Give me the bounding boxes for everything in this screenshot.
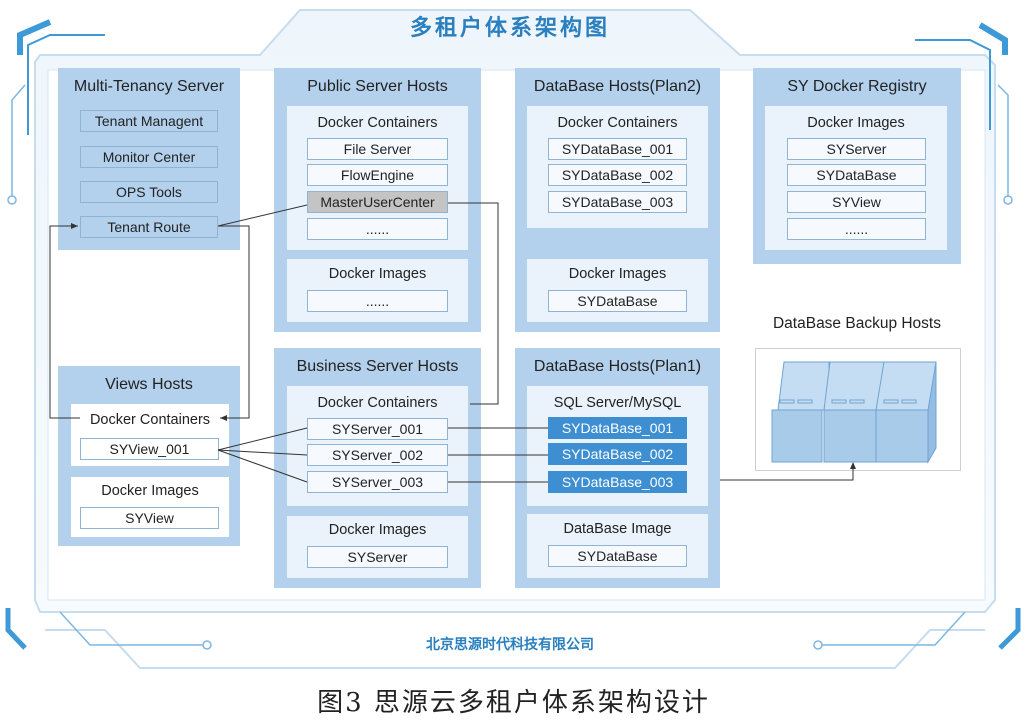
connector-view-to-server2 xyxy=(217,449,308,456)
connector-muc-to-business xyxy=(448,202,499,405)
company-name: 北京思源时代科技有限公司 xyxy=(426,637,594,653)
connector-route-to-views xyxy=(218,225,250,419)
connector-view-to-server3 xyxy=(217,449,308,483)
arrowhead-icon xyxy=(850,462,856,469)
connector-view-to-server1 xyxy=(217,427,308,451)
arrowhead-icon xyxy=(220,415,227,421)
connector-route-to-masterusercenter xyxy=(217,204,308,227)
figure-caption: 图3 思源云多租户体系架构设计 xyxy=(317,688,710,718)
arrowhead-icon xyxy=(71,223,78,229)
server-rack-icon xyxy=(771,361,937,464)
connector-views-to-route xyxy=(49,225,80,419)
connector-db-to-backup xyxy=(720,464,854,481)
connectors-layer xyxy=(49,202,937,483)
